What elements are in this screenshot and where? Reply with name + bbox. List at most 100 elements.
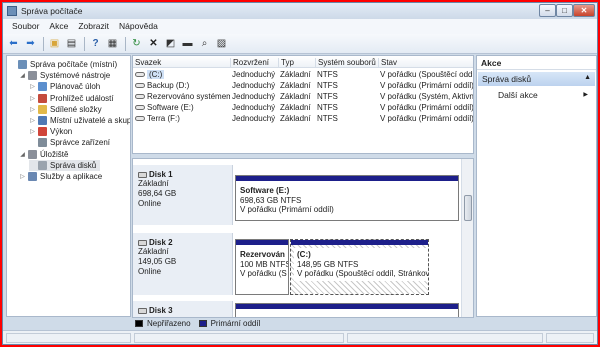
partition-status: V pořádku (S xyxy=(240,269,287,278)
performance-icon xyxy=(38,127,47,137)
expander-icon[interactable]: ▷ xyxy=(29,128,36,135)
expander-icon[interactable]: ▷ xyxy=(29,95,36,102)
tree-horizontal-scrollbar[interactable] xyxy=(6,318,131,328)
partition-c[interactable]: (C:) 148,95 GB NTFS V pořádku (Spouštěcí… xyxy=(290,239,429,295)
disk-graphical-view: Disk 1 Základní 698,64 GB Online Softwar… xyxy=(132,158,474,318)
volume-cell: Jednoduchý xyxy=(232,92,276,101)
partition-name: Rezervován xyxy=(240,250,285,259)
menu-zobrazit[interactable]: Zobrazit xyxy=(73,19,114,34)
services-apps-icon xyxy=(28,172,37,181)
volume-row[interactable]: Rezervováno systémem Jednoduchý Základní NT… xyxy=(133,91,474,102)
tree-item-label: Služby a aplikace xyxy=(40,172,103,181)
settings-icon[interactable]: ▨ xyxy=(214,36,229,51)
column-header-filesystem[interactable]: Systém souborů xyxy=(315,58,376,68)
volume-cell: Základní xyxy=(280,81,311,90)
status-pane xyxy=(546,333,594,343)
volume-cell: Jednoduchý xyxy=(232,70,276,79)
tree-item-label: Správce zařízení xyxy=(50,138,111,148)
search-icon[interactable]: ⌕ xyxy=(197,36,212,51)
column-header-layout[interactable]: Rozvržení xyxy=(230,58,269,68)
tree-item[interactable]: ▷ Prohlížeč událostí xyxy=(29,93,114,104)
forward-icon[interactable]: ➡ xyxy=(23,36,38,51)
expander-icon[interactable]: ▷ xyxy=(29,106,36,113)
actions-section-disk-management[interactable]: Správa disků ▲ xyxy=(478,72,595,86)
delete-icon[interactable]: ✕ xyxy=(146,36,161,51)
volume-list-header: Svazek Rozvržení Typ Systém souborů Stav xyxy=(133,56,473,68)
primary-partition-bar xyxy=(236,240,288,245)
column-header-type[interactable]: Typ xyxy=(278,58,294,68)
partition-software[interactable]: Software (E:) 698,63 GB NTFS V pořádku (… xyxy=(235,175,459,221)
scrollbar-thumb[interactable] xyxy=(464,195,472,221)
more-actions[interactable]: Další akce xyxy=(498,90,538,100)
storage-icon xyxy=(28,149,37,159)
help-icon[interactable]: ? xyxy=(88,36,103,51)
volume-cell: NTFS xyxy=(317,81,338,90)
refresh-icon[interactable]: ↻ xyxy=(129,36,144,51)
tree-item-label: Prohlížeč událostí xyxy=(50,93,114,103)
partition-disk-3[interactable] xyxy=(235,303,459,317)
tree-item[interactable]: Správa počítače (místní) xyxy=(9,59,117,70)
primary-partition-bar xyxy=(236,304,458,309)
tree-item[interactable]: ▷ Služby a aplikace xyxy=(19,171,102,182)
tree-item-label: Systémové nástroje xyxy=(40,71,111,81)
disk-1-info[interactable]: Disk 1 Základní 698,64 GB Online xyxy=(133,165,233,225)
volume-cell: V pořádku (Systém, Aktivní xyxy=(380,92,474,101)
disk-name: Disk 3 xyxy=(149,306,173,315)
volume-row[interactable]: (C:) Jednoduchý Základní NTFS V pořádku (Spo… xyxy=(133,69,473,80)
tree-item[interactable]: ▷ Místní uživatelé a skupin xyxy=(29,115,130,126)
minimize-button[interactable]: – xyxy=(539,4,556,17)
volume-row[interactable]: Terra (F:) Jednoduchý Základní NTFS V pořádk… xyxy=(133,113,473,124)
menu-bar: Soubor Akce Zobrazit Nápověda xyxy=(3,19,597,34)
expander-icon[interactable]: ▷ xyxy=(29,83,36,90)
hard-disk-icon xyxy=(138,307,147,314)
column-header-volume[interactable]: Svazek xyxy=(133,58,161,68)
volume-cell: Rezervováno systémem xyxy=(135,92,230,101)
volume-row[interactable]: Software (E:) Jednoduchý Základní NTFS V poř… xyxy=(133,102,473,113)
menu-akce[interactable]: Akce xyxy=(44,19,73,34)
expander-icon[interactable]: ◢ xyxy=(19,151,26,158)
tree-item-label: Správa počítače (místní) xyxy=(30,60,118,69)
show-hide-tree-icon[interactable]: ▤ xyxy=(64,36,79,51)
expander-icon[interactable]: ▷ xyxy=(19,173,26,180)
tree-item[interactable]: ◢ Systémové nástroje xyxy=(19,70,110,81)
event-viewer-icon xyxy=(38,93,47,103)
tree-item[interactable]: ◢ Úložiště xyxy=(19,149,68,160)
more-actions-label: Další akce xyxy=(498,90,538,100)
properties-icon[interactable]: ▦ xyxy=(105,36,120,51)
disk-2-row: Disk 2 Základní 149,05 GB Online Rezervo… xyxy=(133,233,461,295)
local-users-icon xyxy=(38,116,47,125)
volume-icon xyxy=(135,116,145,122)
expander-icon[interactable]: ▷ xyxy=(29,117,36,124)
maximize-button[interactable]: □ xyxy=(556,4,573,17)
menu-soubor[interactable]: Soubor xyxy=(7,19,44,34)
title-bar: Správa počítače – □ ✕ xyxy=(3,3,597,19)
disk-icon[interactable]: ▬ xyxy=(180,36,195,51)
disk-type: Základní xyxy=(138,179,169,188)
tree-item[interactable]: Správa disků xyxy=(29,159,101,171)
tree-item[interactable]: ▷ Výkon xyxy=(29,126,72,137)
volume-icon xyxy=(135,83,145,89)
back-icon[interactable]: ⬅ xyxy=(6,36,21,51)
partition-system-reserved[interactable]: Rezervován 100 MB NTFS V pořádku (S xyxy=(235,239,289,295)
disk-2-info[interactable]: Disk 2 Základní 149,05 GB Online xyxy=(133,233,233,295)
window: Správa počítače – □ ✕ Soubor Akce Zobraz… xyxy=(2,2,598,345)
disk-3-info[interactable]: Disk 3 xyxy=(133,301,233,317)
status-pane xyxy=(134,333,344,343)
expander-icon[interactable]: ◢ xyxy=(19,72,26,79)
disk-3-row: Disk 3 xyxy=(133,301,461,317)
collapse-icon[interactable]: ▲ xyxy=(584,74,591,81)
disk-status: Online xyxy=(138,267,162,276)
vertical-scrollbar[interactable] xyxy=(461,159,473,317)
up-folder-icon[interactable]: ▣ xyxy=(47,36,62,51)
tree-item[interactable]: ▷ Plánovač úloh xyxy=(29,81,100,92)
tree-item[interactable]: ▷ Sdílené složky xyxy=(29,104,102,115)
volume-cell: Jednoduchý xyxy=(232,103,276,112)
tree-item[interactable]: Správce zařízení xyxy=(29,137,110,148)
open-icon[interactable]: ◩ xyxy=(163,36,178,51)
menu-napoveda[interactable]: Nápověda xyxy=(114,19,163,34)
volume-row[interactable]: Backup (D:) Jednoduchý Základní NTFS V pořád… xyxy=(133,80,473,91)
column-header-status[interactable]: Stav xyxy=(378,58,397,68)
tree-item-label: Výkon xyxy=(50,127,73,137)
close-button[interactable]: ✕ xyxy=(573,4,595,17)
volume-cell: Terra (F:) xyxy=(135,114,230,123)
